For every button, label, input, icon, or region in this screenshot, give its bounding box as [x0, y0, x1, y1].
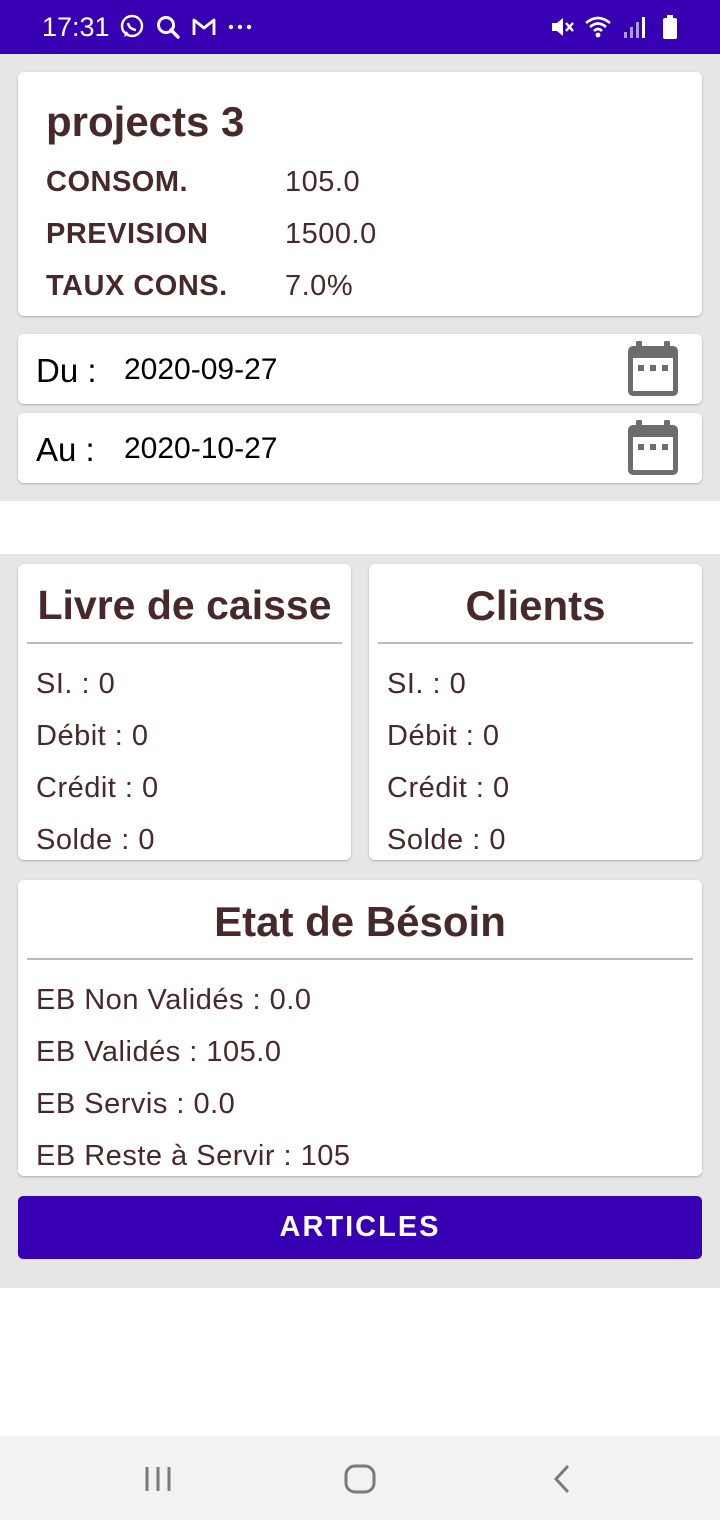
divider [378, 642, 693, 644]
calendar-icon[interactable] [626, 419, 680, 477]
search-icon [154, 13, 182, 41]
caisse-solde: Solde : 0 [36, 824, 155, 856]
clients-si: SI. : 0 [387, 668, 467, 700]
clients-solde: Solde : 0 [387, 824, 506, 856]
signal-icon [620, 13, 648, 41]
notification-icons [118, 13, 254, 41]
status-bar: 17:31 [0, 0, 720, 54]
project-title: projects 3 [46, 98, 245, 145]
home-icon[interactable] [340, 1462, 380, 1496]
clients-credit: Crédit : 0 [387, 772, 510, 804]
navigation-bar [0, 1436, 720, 1520]
date-to-value[interactable]: 2020-10-27 [124, 432, 277, 466]
summary-value: 105.0 [285, 166, 361, 198]
wifi-icon [584, 13, 612, 41]
caisse-si: SI. : 0 [36, 668, 116, 700]
summary-value: 1500.0 [285, 218, 377, 250]
summary-label: PREVISION [46, 218, 209, 250]
mute-icon [548, 13, 576, 41]
dashboard-section: Livre de caisse SI. : 0 Débit : 0 Crédit… [0, 554, 720, 1288]
divider [27, 642, 342, 644]
battery-icon [656, 13, 684, 41]
livre-de-caisse-card[interactable]: Livre de caisse SI. : 0 Débit : 0 Crédit… [18, 564, 351, 860]
top-section: projects 3 CONSOM. 105.0 PREVISION 1500.… [0, 54, 720, 501]
eb-reste-a-servir: EB Reste à Servir : 105 [36, 1140, 351, 1172]
clients-debit: Débit : 0 [387, 720, 500, 752]
caisse-debit: Débit : 0 [36, 720, 149, 752]
calendar-icon[interactable] [626, 340, 680, 398]
whatsapp-icon [118, 13, 146, 41]
eb-valides: EB Validés : 105.0 [36, 1036, 282, 1068]
articles-button[interactable]: ARTICLES [18, 1196, 702, 1259]
eb-non-valides: EB Non Validés : 0.0 [36, 984, 312, 1016]
divider [27, 958, 693, 960]
summary-value: 7.0% [285, 270, 354, 302]
summary-label: CONSOM. [46, 166, 189, 198]
status-time: 17:31 [42, 12, 110, 42]
back-icon[interactable] [542, 1462, 582, 1496]
spacer [0, 501, 720, 554]
project-summary-card: projects 3 CONSOM. 105.0 PREVISION 1500.… [18, 72, 702, 316]
etat-de-besoin-card[interactable]: Etat de Bésoin EB Non Validés : 0.0 EB V… [18, 880, 702, 1176]
clients-card[interactable]: Clients SI. : 0 Débit : 0 Crédit : 0 Sol… [369, 564, 702, 860]
eb-servis: EB Servis : 0.0 [36, 1088, 236, 1120]
etat-de-besoin-title: Etat de Bésoin [214, 898, 506, 945]
recent-apps-icon[interactable] [139, 1462, 179, 1496]
date-to-field[interactable]: Au : 2020-10-27 [18, 413, 702, 483]
more-icon [226, 13, 254, 41]
livre-de-caisse-title: Livre de caisse [37, 582, 332, 628]
date-from-label: Du : [36, 352, 97, 389]
date-from-value[interactable]: 2020-09-27 [124, 353, 277, 387]
date-from-field[interactable]: Du : 2020-09-27 [18, 334, 702, 404]
clients-title: Clients [465, 582, 606, 629]
summary-label: TAUX CONS. [46, 270, 228, 302]
date-to-label: Au : [36, 431, 95, 468]
caisse-credit: Crédit : 0 [36, 772, 159, 804]
system-icons [548, 13, 684, 41]
gmail-icon [190, 13, 218, 41]
